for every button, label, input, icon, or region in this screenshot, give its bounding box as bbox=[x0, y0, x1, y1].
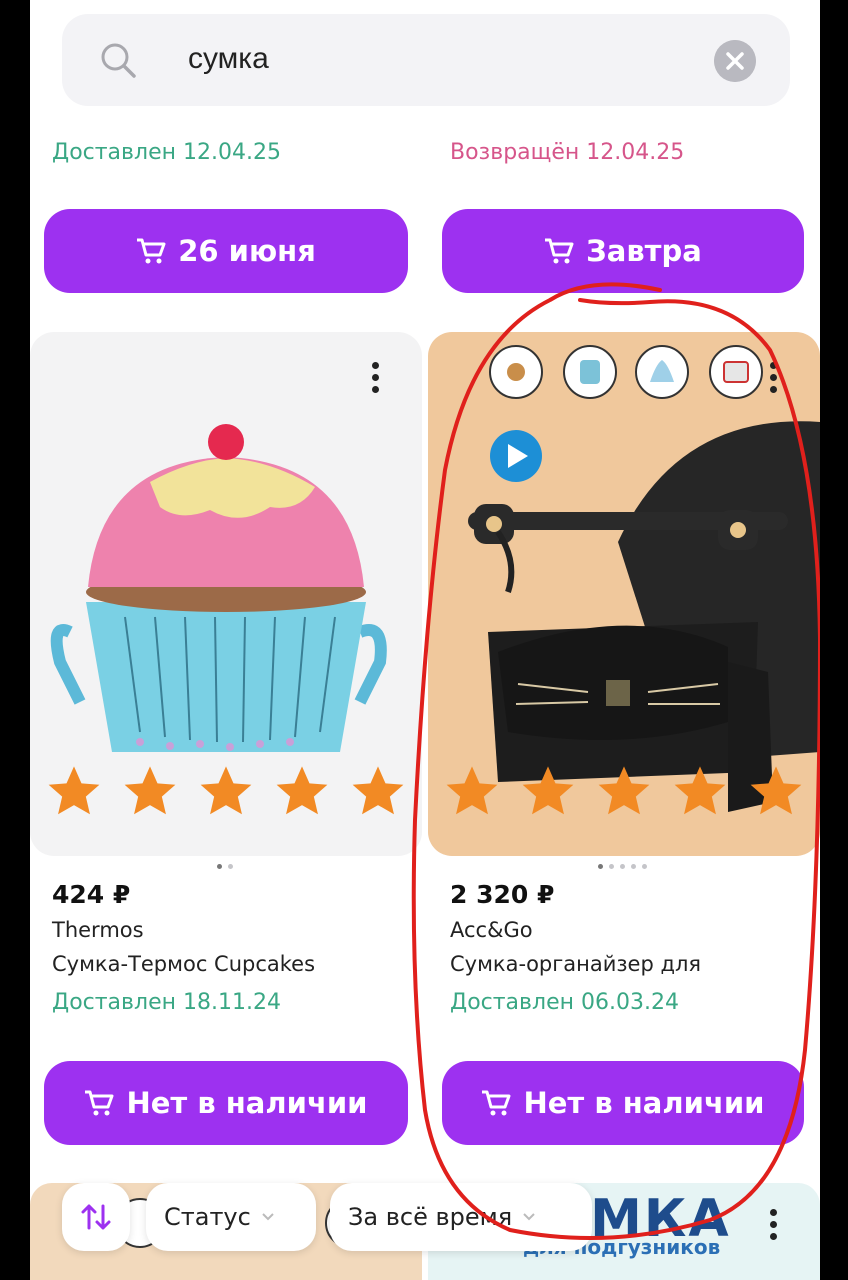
chevron-down-icon bbox=[523, 1213, 535, 1221]
sort-button[interactable] bbox=[62, 1183, 130, 1251]
product-title[interactable]: Сумка-Термос Cupcakes bbox=[52, 952, 315, 976]
screen: сумка Доставлен 12.04.25 Возвращён 12.04… bbox=[30, 0, 820, 1280]
star-icon bbox=[124, 766, 176, 815]
search-icon bbox=[101, 43, 136, 78]
search-input[interactable]: сумка bbox=[188, 42, 269, 76]
button-label: Нет в наличии bbox=[523, 1086, 765, 1120]
product-image-stroller-organizer[interactable] bbox=[428, 332, 820, 856]
more-options-icon[interactable] bbox=[770, 362, 778, 398]
star-icon bbox=[750, 766, 802, 815]
button-label: 26 июня bbox=[178, 234, 316, 268]
delivery-status: Доставлен 06.03.24 bbox=[450, 990, 679, 1015]
star-icon bbox=[200, 766, 252, 815]
filter-bar: Статус За всё время bbox=[30, 1183, 820, 1253]
cart-icon bbox=[545, 238, 574, 264]
more-options-icon[interactable] bbox=[372, 362, 380, 398]
status-filter-label: Статус bbox=[164, 1203, 251, 1231]
sort-icon bbox=[81, 1204, 111, 1230]
image-pagination bbox=[598, 864, 647, 870]
star-icon bbox=[598, 766, 650, 815]
status-filter[interactable]: Статус bbox=[146, 1183, 316, 1251]
star-icon bbox=[48, 766, 100, 815]
cart-icon bbox=[482, 1090, 511, 1116]
star-icon bbox=[522, 766, 574, 815]
delivery-status: Доставлен 18.11.24 bbox=[52, 990, 281, 1015]
star-icon bbox=[674, 766, 726, 815]
button-label: Нет в наличии bbox=[126, 1086, 368, 1120]
period-filter[interactable]: За всё время bbox=[330, 1183, 592, 1251]
image-pagination bbox=[217, 864, 233, 870]
product-price: 424 ₽ bbox=[52, 880, 131, 909]
star-icon bbox=[276, 766, 328, 815]
clear-icon[interactable] bbox=[714, 40, 756, 82]
cart-icon bbox=[85, 1090, 114, 1116]
chevron-down-icon bbox=[262, 1213, 274, 1221]
out-of-stock-button[interactable]: Нет в наличии bbox=[44, 1061, 408, 1145]
rating-stars bbox=[30, 764, 422, 824]
product-brand: Thermos bbox=[52, 918, 144, 942]
add-to-cart-button[interactable]: 26 июня bbox=[44, 209, 408, 293]
delivery-status: Доставлен 12.04.25 bbox=[52, 140, 281, 165]
rating-stars bbox=[428, 764, 820, 824]
star-icon bbox=[446, 766, 498, 815]
product-brand: Acc&Go bbox=[450, 918, 533, 942]
return-status: Возвращён 12.04.25 bbox=[450, 140, 685, 165]
product-price: 2 320 ₽ bbox=[450, 880, 555, 909]
button-label: Завтра bbox=[586, 234, 702, 268]
product-image-thermos-cupcake[interactable] bbox=[30, 332, 422, 856]
add-to-cart-button[interactable]: Завтра bbox=[442, 209, 804, 293]
out-of-stock-button[interactable]: Нет в наличии bbox=[442, 1061, 804, 1145]
search-bar[interactable]: сумка bbox=[62, 14, 790, 106]
star-icon bbox=[352, 766, 404, 815]
cart-icon bbox=[137, 238, 166, 264]
feature-icons bbox=[489, 345, 763, 399]
product-title[interactable]: Сумка-органайзер для bbox=[450, 952, 701, 976]
period-filter-label: За всё время bbox=[348, 1203, 513, 1231]
